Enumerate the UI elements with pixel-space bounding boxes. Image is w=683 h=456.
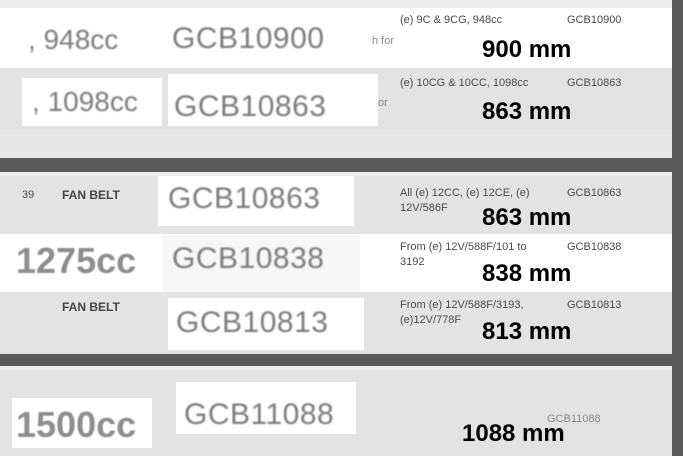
part-code: GCB10838 [172,242,325,275]
reference-code: GCB10813 [567,299,622,311]
table-row: , 1098cc GCB10863 or (e) 10CG & 10CC, 10… [0,68,672,130]
reference-code: GCB10863 [567,77,622,89]
belt-length: 863 mm [482,98,572,125]
item-label: FAN BELT [62,300,120,314]
description-line-1: From (e) 12V/588F/3193, [400,299,524,311]
part-code: GCB10900 [172,22,325,55]
engine-cc: 1275cc [16,240,137,281]
reference-code: GCB10863 [567,187,622,199]
belt-length: 838 mm [482,260,572,287]
table-row: , 948cc GCB10900 h for (e) 9C & 9CG, 948… [0,8,672,68]
reference-code: GCB10838 [567,241,622,253]
description-line-2: 3192 [400,256,425,268]
part-code: GCB10863 [168,182,321,215]
text-fragment: h for [372,35,395,47]
table-row: FAN BELT GCB10813 From (e) 12V/588F/3193… [0,292,672,354]
description-line-2: (e)12V/778F [400,314,462,326]
catalog-panel-1: , 948cc GCB10900 h for (e) 9C & 9CG, 948… [0,0,672,158]
belt-length: 813 mm [482,318,572,345]
item-label: FAN BELT [62,188,120,202]
belt-length: 863 mm [482,204,572,231]
catalog-panel-3: 1500cc GCB11088 GCB11088 1088 mm [0,366,672,456]
catalog-panel-2: 39 FAN BELT GCB10863 All (e) 12CC, (e) 1… [0,172,672,354]
description: (e) 10CG & 10CC, 1098cc [400,77,529,89]
item-number: 39 [22,189,35,201]
table-row: 1500cc GCB11088 GCB11088 1088 mm [0,370,672,456]
part-code: GCB10813 [176,306,329,339]
row-spacer [0,130,672,158]
engine-cc: 1500cc [16,404,137,445]
reference-code: GCB10900 [567,14,622,26]
belt-length: 1088 mm [462,420,565,447]
description-line-1: From (e) 12V/588F/101 to [400,241,527,253]
part-code: GCB11088 [184,398,335,431]
belt-length: 900 mm [482,36,572,63]
engine-cc: , 1098cc [32,86,138,117]
text-fragment: or [378,97,388,109]
description-line-2: 12V/586F [400,202,448,214]
table-row: 1275cc GCB10838 From (e) 12V/588F/101 to… [0,234,672,292]
table-row: 39 FAN BELT GCB10863 All (e) 12CC, (e) 1… [0,176,672,234]
engine-cc: , 948cc [28,24,119,55]
description-line-1: All (e) 12CC, (e) 12CE, (e) [400,187,530,199]
description: (e) 9C & 9CG, 948cc [400,14,503,26]
part-code: GCB10863 [174,90,327,123]
